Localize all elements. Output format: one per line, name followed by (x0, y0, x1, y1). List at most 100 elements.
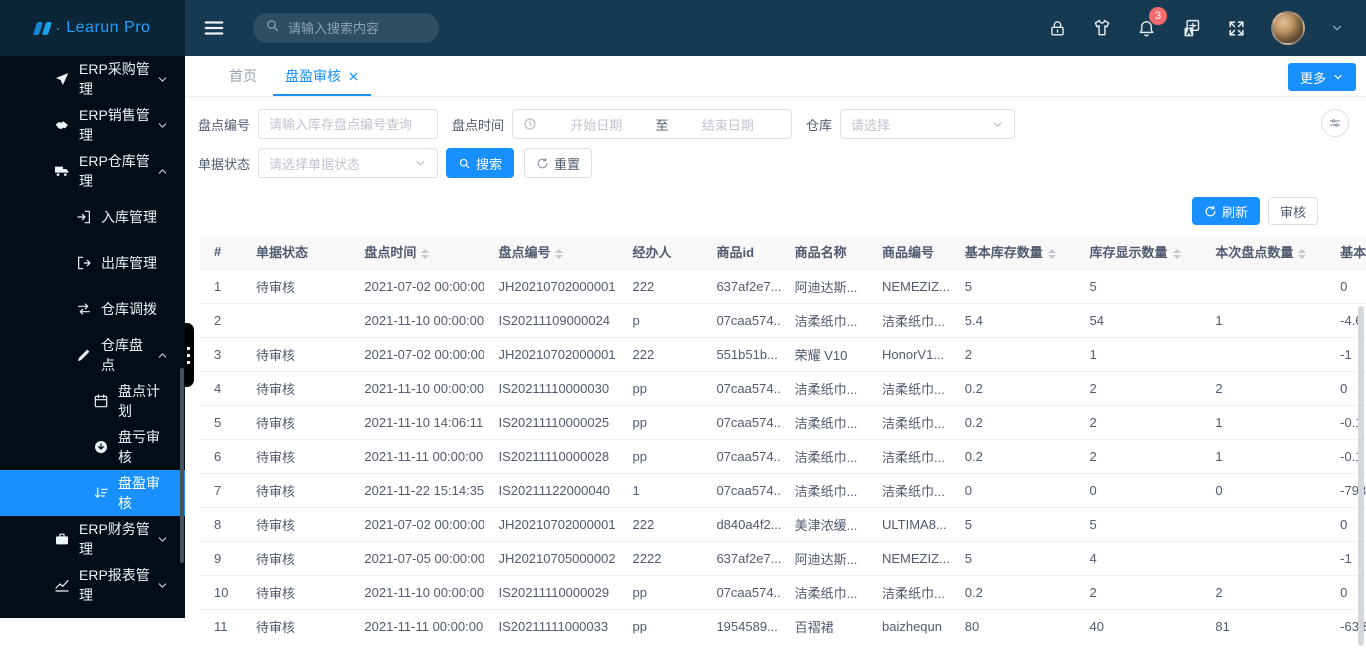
table-cell: 54 (1075, 302, 1202, 337)
sidebar-item-label: 盘点计划 (118, 383, 160, 419)
column-header-3[interactable]: 盘点编号 (484, 235, 619, 269)
sidebar-item-loss-audit[interactable]: 盘亏审核 (0, 424, 185, 470)
table-cell: JH20210702000001 (484, 506, 619, 541)
sidebar-item-warehouse-stocktake[interactable]: 仓库盘点 (0, 332, 185, 378)
table-cell: IS20211111000033 (484, 608, 619, 643)
briefcase-icon (54, 531, 70, 547)
doc-status-label: 单据状态 (198, 156, 251, 172)
tab-surplus-audit[interactable]: 盘盈审核 (271, 56, 373, 96)
sidebar-collapse-handle[interactable] (185, 323, 194, 387)
sort-caret-icon[interactable] (1172, 248, 1181, 259)
sidebar-item-erp-sales[interactable]: ERP销售管理 (0, 102, 185, 148)
table-cell: 222 (618, 506, 703, 541)
table-row[interactable]: 10 待审核 2021-11-10 00:00:00 IS20211110000029… (200, 574, 1366, 609)
table-cell: 待审核 (241, 336, 351, 371)
sort-caret-icon[interactable] (421, 248, 430, 259)
table-cell: pp (618, 370, 703, 405)
table-cell: 2021-07-02 00:00:00 (350, 336, 485, 371)
sidebar-item-inbound[interactable]: 入库管理 (0, 194, 185, 240)
logo-icon (32, 21, 52, 35)
column-header-8[interactable]: 基本库存数量 (950, 235, 1076, 269)
table-cell: 40 (1075, 608, 1202, 643)
reset-button[interactable]: 重置 (524, 148, 593, 178)
stocktake-code-input[interactable] (269, 116, 428, 132)
date-range-picker[interactable]: 开始日期 至 结束日期 (512, 109, 793, 139)
search-input[interactable] (288, 20, 427, 36)
table-cell: 222 (618, 268, 703, 303)
sort-caret-icon[interactable] (1298, 248, 1307, 259)
sidebar-item-surplus-audit[interactable]: 盘盈审核 (0, 470, 185, 516)
refresh-button[interactable]: 刷新 (1191, 197, 1260, 225)
tab-home[interactable]: 首页 (215, 56, 271, 96)
end-date-placeholder[interactable]: 结束日期 (675, 115, 782, 134)
menu-toggle-icon[interactable] (203, 17, 225, 39)
transfer-icon (76, 301, 92, 317)
filter-toggle-button[interactable] (1321, 109, 1349, 137)
sidebar-item-erp-finance[interactable]: ERP财务管理 (0, 516, 185, 562)
lock-icon[interactable] (1048, 19, 1067, 38)
pencil-icon (76, 347, 92, 363)
table-cell: baizhequn (868, 608, 951, 643)
table-row[interactable]: 11 待审核 2021-11-11 00:00:00 IS20211111000033… (200, 608, 1366, 643)
table-cell: 待审核 (241, 574, 351, 609)
table-cell: 0.2 (950, 370, 1076, 405)
table-row[interactable]: 4 待审核 2021-11-10 00:00:00 IS20211110000030 p… (200, 370, 1366, 405)
table-cell: 4 (200, 370, 242, 405)
handshake-icon (54, 117, 70, 133)
table-row[interactable]: 8 待审核 2021-07-02 00:00:00 JH20210702000001 2… (200, 506, 1366, 541)
column-header-9[interactable]: 库存显示数量 (1075, 235, 1202, 269)
notifications-bell-icon[interactable]: 3 (1137, 6, 1167, 38)
sort-caret-icon[interactable] (555, 248, 564, 259)
column-header-11[interactable]: 基本库存差数 (1326, 235, 1366, 269)
chevron-down-icon (156, 533, 169, 546)
table-vertical-scrollbar[interactable] (1358, 306, 1364, 668)
table-cell: 阿迪达斯... (780, 540, 868, 575)
table-row[interactable]: 7 待审核 2021-11-22 15:14:35 IS20211122000040 1… (200, 472, 1366, 507)
tab-home-label: 首页 (229, 68, 257, 84)
user-menu-chevron-down-icon[interactable] (1330, 21, 1344, 35)
fullscreen-icon[interactable] (1227, 19, 1246, 38)
warehouse-select-placeholder: 请选择 (851, 117, 891, 133)
sidebar-item-erp-purchase[interactable]: ERP采购管理 (0, 56, 185, 102)
sidebar-item-stocktake-plan[interactable]: 盘点计划 (0, 378, 185, 424)
theme-shirt-icon[interactable] (1092, 18, 1112, 38)
sidebar-item-erp-report[interactable]: ERP报表管理 (0, 562, 185, 608)
chevron-down-icon (156, 73, 169, 86)
search-icon (265, 18, 280, 38)
sidebar-scrollbar[interactable] (180, 368, 184, 563)
table-cell: 5 (200, 404, 242, 439)
column-header-2[interactable]: 盘点时间 (350, 235, 485, 269)
audit-button[interactable]: 审核 (1267, 197, 1318, 225)
table-row[interactable]: 5 待审核 2021-11-10 14:06:11 IS20211110000025 p… (200, 404, 1366, 439)
search-button[interactable]: 搜索 (446, 148, 515, 178)
more-button[interactable]: 更多 (1287, 63, 1356, 91)
warehouse-select[interactable]: 请选择 (840, 109, 1016, 139)
table-row[interactable]: 9 待审核 2021-07-05 00:00:00 JH20210705000002 2… (200, 540, 1366, 575)
table-cell: 待审核 (241, 472, 351, 507)
table-cell: 5 (950, 268, 1076, 303)
table-row[interactable]: 2 2021-11-10 00:00:00 IS20211109000024 p 07c… (200, 302, 1366, 337)
table-cell: 1 (618, 472, 703, 507)
doc-status-select[interactable]: 请选择单据状态 (258, 148, 439, 178)
table-cell: 2 (1075, 404, 1202, 439)
table-row[interactable]: 6 待审核 2021-11-11 00:00:00 IS20211110000028 p… (200, 438, 1366, 473)
column-header-0: # (200, 235, 242, 269)
chevron-down-icon (414, 157, 427, 170)
sidebar-item-erp-warehouse[interactable]: ERP仓库管理 (0, 148, 185, 194)
audit-button-label: 审核 (1279, 204, 1306, 220)
topbar: · Learun Pro 3 (0, 0, 1366, 56)
table-cell: 7 (200, 472, 242, 507)
table-row[interactable]: 1 待审核 2021-07-02 00:00:00 JH20210702000001 2… (200, 268, 1366, 303)
table-row[interactable]: 3 待审核 2021-07-02 00:00:00 JH20210702000001 2… (200, 336, 1366, 371)
translate-icon[interactable] (1181, 18, 1202, 39)
tab-close-icon[interactable] (348, 71, 359, 82)
stocktake-code-field[interactable] (258, 109, 439, 139)
user-avatar[interactable] (1271, 11, 1305, 45)
sort-caret-icon[interactable] (1047, 248, 1056, 259)
column-header-10[interactable]: 本次盘点数量 (1201, 235, 1327, 269)
global-search[interactable] (253, 13, 439, 43)
table-cell: 2021-11-10 00:00:00 (350, 574, 485, 609)
sidebar-item-warehouse-transfer[interactable]: 仓库调拨 (0, 286, 185, 332)
sidebar-item-outbound[interactable]: 出库管理 (0, 240, 185, 286)
start-date-placeholder[interactable]: 开始日期 (543, 115, 650, 134)
